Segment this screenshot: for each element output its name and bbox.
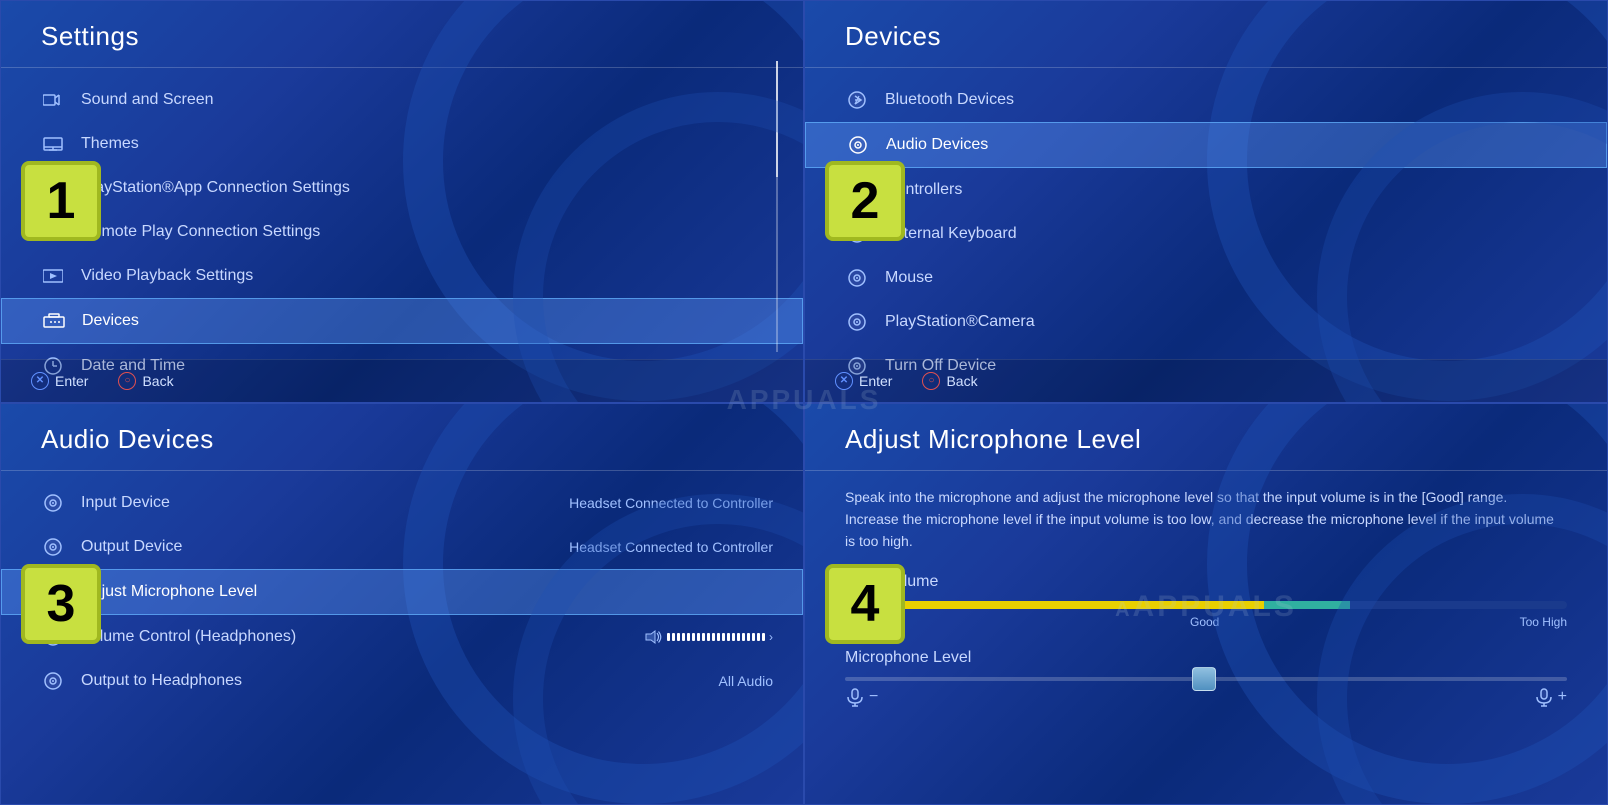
output-headphones-label: Output to Headphones [81, 672, 242, 690]
adjust-mic-label: Adjust Microphone Level [82, 583, 257, 601]
menu-item-bluetooth[interactable]: Bluetooth Devices [805, 78, 1607, 122]
devices-menu: Bluetooth Devices Audio Devices Contro [805, 68, 1607, 398]
output-headphones-value: All Audio [719, 673, 773, 689]
speaker-icon [645, 630, 663, 644]
audio-devices-menu: Input Device Headset Connected to Contro… [1, 471, 803, 713]
o-button-icon-2: ○ [922, 372, 940, 390]
mouse-label: Mouse [885, 269, 933, 287]
input-device-icon [41, 491, 65, 515]
mic-minus-icon: − [845, 687, 878, 707]
psapp-label: PlayStation®App Connection Settings [81, 179, 350, 197]
enter-button-2[interactable]: ✕ Enter [835, 372, 892, 390]
enter-button-1[interactable]: ✕ Enter [31, 372, 88, 390]
menu-item-audio-devices[interactable]: Audio Devices [805, 122, 1607, 168]
menu-item-volume-control[interactable]: Volume Control (Headphones) [1, 615, 803, 659]
volume-fill-teal [1264, 601, 1351, 609]
themes-icon [41, 132, 65, 156]
menu-item-ext-keyboard[interactable]: External Keyboard [805, 212, 1607, 256]
output-device-value: Headset Connected to Controller [569, 539, 773, 555]
ps-camera-label: PlayStation®Camera [885, 313, 1035, 331]
back-label-2: Back [946, 373, 977, 389]
badge-4: 4 [825, 564, 905, 644]
input-device-value: Headset Connected to Controller [569, 495, 773, 511]
badge-1: 1 [21, 161, 101, 241]
output-device-label: Output Device [81, 538, 182, 556]
output-device-icon [41, 535, 65, 559]
menu-item-input-device[interactable]: Input Device Headset Connected to Contro… [1, 481, 803, 525]
sound-screen-icon [41, 88, 65, 112]
menu-item-devices[interactable]: Devices [1, 298, 803, 344]
themes-label: Themes [81, 135, 139, 153]
menu-item-video-playback[interactable]: Video Playback Settings [1, 254, 803, 298]
remote-play-label: Remote Play Connection Settings [81, 223, 320, 241]
mic-plus-icon: + [1534, 687, 1567, 707]
back-button-1[interactable]: ○ Back [118, 372, 173, 390]
volume-fill-yellow [845, 601, 1264, 609]
volume-control-label: Volume Control (Headphones) [81, 628, 296, 646]
o-button-icon: ○ [118, 372, 136, 390]
output-headphones-icon [41, 669, 65, 693]
ps-camera-icon [845, 310, 869, 334]
mouse-icon [845, 266, 869, 290]
audio-devices-panel: Audio Devices Input Device Headset Conne… [0, 403, 804, 805]
bluetooth-label: Bluetooth Devices [885, 91, 1014, 109]
mic-description-1: Speak into the microphone and adjust the… [845, 486, 1567, 553]
microphone-level-section: Microphone Level − [845, 649, 1567, 707]
volume-ticks [667, 633, 765, 641]
badge-2: 2 [825, 161, 905, 241]
chevron-right-icon: › [769, 630, 773, 644]
back-label-1: Back [142, 373, 173, 389]
menu-item-output-device[interactable]: Output Device Headset Connected to Contr… [1, 525, 803, 569]
menu-item-psapp[interactable]: PlayStation®App Connection Settings [1, 166, 803, 210]
input-volume-track[interactable] [845, 601, 1567, 609]
slider-labels: Too Low Good Too High [845, 615, 1567, 629]
settings-title: Settings [1, 1, 803, 68]
sound-screen-label: Sound and Screen [81, 91, 214, 109]
mic-level-label: Microphone Level [845, 649, 1567, 667]
menu-item-ps-camera[interactable]: PlayStation®Camera [805, 300, 1607, 344]
bluetooth-icon [845, 88, 869, 112]
badge-3: 3 [21, 564, 101, 644]
audio-devices-label: Audio Devices [886, 136, 988, 154]
x-button-icon: ✕ [31, 372, 49, 390]
menu-item-sound-screen[interactable]: Sound and Screen [1, 78, 803, 122]
devices-panel: Devices Bluetooth Devices Aud [804, 0, 1608, 403]
video-playback-icon [41, 264, 65, 288]
too-high-label: Too High [1520, 615, 1567, 629]
microphone-icon-right [1534, 687, 1554, 707]
microphone-icon-left [845, 687, 865, 707]
input-device-label: Input Device [81, 494, 170, 512]
scroll-indicator [776, 61, 778, 352]
footer-bar-2: ✕ Enter ○ Back [805, 359, 1607, 402]
menu-item-output-headphones[interactable]: Output to Headphones All Audio [1, 659, 803, 703]
adjust-mic-panel: Adjust Microphone Level Speak into the m… [804, 403, 1608, 805]
mic-slider-thumb[interactable] [1192, 667, 1216, 691]
input-volume-section: Input Volume Too Low Good Too High [845, 573, 1567, 629]
menu-item-themes[interactable]: Themes [1, 122, 803, 166]
adjust-mic-title: Adjust Microphone Level [805, 404, 1607, 471]
settings-panel: Settings Sound and Screen [0, 0, 804, 403]
menu-item-mouse[interactable]: Mouse [805, 256, 1607, 300]
footer-bar-1: ✕ Enter ○ Back [1, 359, 803, 402]
settings-menu: Sound and Screen Themes PlayStation®Ap [1, 68, 803, 403]
x-button-icon-2: ✕ [835, 372, 853, 390]
devices-icon [42, 309, 66, 333]
audio-devices-icon [846, 133, 870, 157]
devices-title: Devices [805, 1, 1607, 68]
input-volume-label: Input Volume [845, 573, 1567, 591]
mic-slider-track[interactable] [845, 677, 1567, 681]
enter-label-2: Enter [859, 373, 892, 389]
enter-label-1: Enter [55, 373, 88, 389]
video-playback-label: Video Playback Settings [81, 267, 253, 285]
menu-item-remote-play[interactable]: Remote Play Connection Settings [1, 210, 803, 254]
menu-item-adjust-mic[interactable]: Adjust Microphone Level [1, 569, 803, 615]
audio-devices-title: Audio Devices [1, 404, 803, 471]
volume-bar-area: › [645, 630, 773, 644]
devices-label: Devices [82, 312, 139, 330]
menu-item-controllers[interactable]: Controllers [805, 168, 1607, 212]
back-button-2[interactable]: ○ Back [922, 372, 977, 390]
good-label: Good [1190, 615, 1219, 629]
